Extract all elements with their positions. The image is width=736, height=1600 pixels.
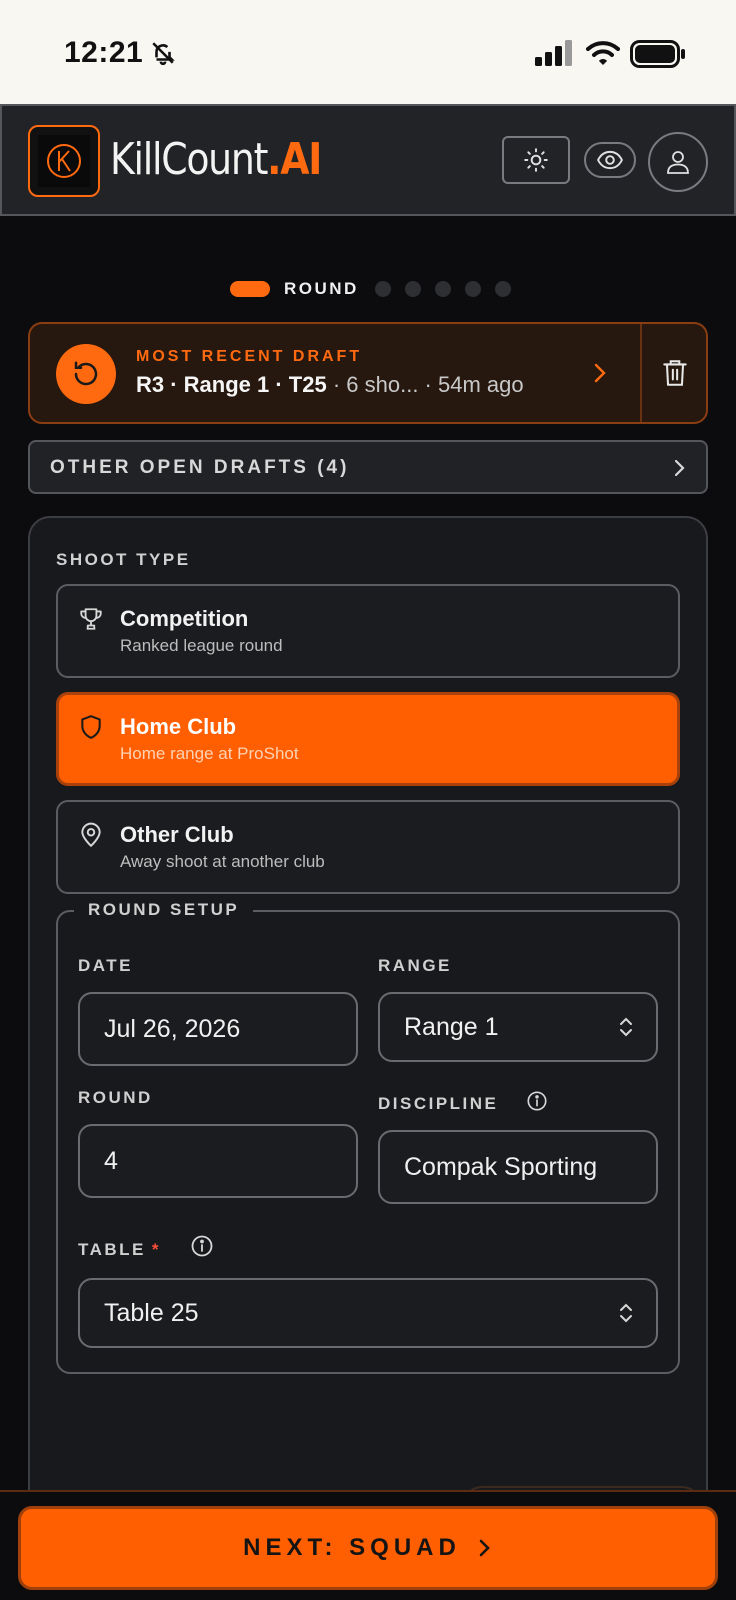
option-title: Home Club xyxy=(120,714,237,739)
recent-draft-card[interactable]: MOST RECENT DRAFT R3 · Range 1 · T25 · 6… xyxy=(28,322,708,424)
shoot-type-home-club[interactable]: Home Club Home range at ProShot xyxy=(56,692,680,786)
required-marker: * xyxy=(151,1240,162,1259)
battery-icon xyxy=(630,40,685,68)
discipline-field[interactable]: Compak Sporting xyxy=(378,1130,658,1204)
shoot-type-label: SHOOT TYPE xyxy=(56,550,191,569)
sun-icon xyxy=(524,148,548,172)
app-logo[interactable] xyxy=(28,125,100,197)
option-title: Competition xyxy=(120,606,249,631)
option-subtitle: Home range at ProShot xyxy=(120,744,299,763)
option-subtitle: Ranked league round xyxy=(120,636,283,655)
range-label: RANGE xyxy=(378,956,452,975)
round-form-panel: SHOOT TYPE Competition Ranked league rou… xyxy=(28,516,708,1600)
chevron-right-icon xyxy=(479,1539,490,1557)
table-value: Table 25 xyxy=(104,1298,199,1327)
draft-shots: · 6 sho... xyxy=(326,372,419,397)
chevron-right-icon xyxy=(594,363,606,383)
status-bar: 12:21 xyxy=(0,0,736,104)
other-drafts-label: OTHER OPEN DRAFTS (4) xyxy=(50,457,350,478)
table-label: TABLE * xyxy=(78,1240,162,1259)
shoot-type-other-club[interactable]: Other Club Away shoot at another club xyxy=(56,800,680,894)
step-dot xyxy=(404,281,421,297)
cellular-signal-icon xyxy=(535,40,572,66)
discipline-label: DISCIPLINE xyxy=(378,1094,499,1113)
step-label: ROUND xyxy=(284,279,359,298)
draft-title: R3 · Range 1 · T25 xyxy=(136,372,327,397)
step-indicator-active xyxy=(230,281,270,297)
trophy-icon xyxy=(80,608,102,630)
step-dot xyxy=(374,281,391,297)
eye-icon xyxy=(597,150,623,170)
chevron-right-icon xyxy=(674,459,685,477)
step-dot xyxy=(464,281,481,297)
discipline-info-icon[interactable] xyxy=(526,1090,548,1112)
bottom-action-bar: NEXT: SQUAD xyxy=(0,1490,736,1600)
app-header: KillCount.AI xyxy=(0,104,736,216)
draft-kicker: MOST RECENT DRAFT xyxy=(136,348,363,365)
chevron-updown-icon xyxy=(620,1303,632,1323)
table-select[interactable]: Table 25 xyxy=(78,1278,658,1348)
status-time: 12:21 xyxy=(64,36,144,69)
progress-stepper: ROUND xyxy=(230,276,511,302)
round-setup-legend: ROUND SETUP xyxy=(74,900,254,920)
visibility-toggle-button[interactable] xyxy=(584,142,636,178)
table-info-icon[interactable] xyxy=(190,1234,214,1258)
draft-age: · 54m ago xyxy=(418,372,524,397)
step-dot xyxy=(434,281,451,297)
date-field[interactable]: Jul 26, 2026 xyxy=(78,992,358,1066)
delete-draft-button[interactable] xyxy=(662,358,688,388)
logo-k-icon xyxy=(47,144,81,178)
round-value: 4 xyxy=(104,1146,118,1175)
wifi-icon xyxy=(586,41,620,65)
account-button[interactable] xyxy=(648,132,708,192)
shoot-type-competition[interactable]: Competition Ranked league round xyxy=(56,584,680,678)
round-field[interactable]: 4 xyxy=(78,1124,358,1198)
shield-icon xyxy=(81,715,101,739)
resume-icon xyxy=(56,344,116,404)
next-button-label: NEXT: SQUAD xyxy=(243,1534,461,1561)
step-dot xyxy=(494,281,511,297)
round-setup-section: ROUND SETUP DATE Jul 26, 2026 RANGE Rang… xyxy=(56,900,680,1374)
brand-name: KillCount.AI xyxy=(110,134,322,185)
option-subtitle: Away shoot at another club xyxy=(120,852,325,871)
discipline-value: Compak Sporting xyxy=(404,1152,598,1181)
range-select[interactable]: Range 1 xyxy=(378,992,658,1062)
divider xyxy=(640,324,642,422)
theme-toggle-button[interactable] xyxy=(502,136,570,184)
date-value: Jul 26, 2026 xyxy=(104,1014,241,1043)
other-open-drafts-button[interactable]: OTHER OPEN DRAFTS (4) xyxy=(28,440,708,494)
user-icon xyxy=(667,151,689,174)
next-squad-button[interactable]: NEXT: SQUAD xyxy=(18,1506,718,1590)
draft-summary: R3 · Range 1 · T25 · 6 sho... · 54m ago xyxy=(136,372,524,398)
bell-muted-icon xyxy=(152,42,175,66)
range-value: Range 1 xyxy=(404,1012,499,1041)
option-title: Other Club xyxy=(120,822,234,847)
date-label: DATE xyxy=(78,956,134,975)
map-pin-icon xyxy=(81,822,101,848)
round-label: ROUND xyxy=(78,1088,153,1107)
chevron-updown-icon xyxy=(620,1017,632,1037)
